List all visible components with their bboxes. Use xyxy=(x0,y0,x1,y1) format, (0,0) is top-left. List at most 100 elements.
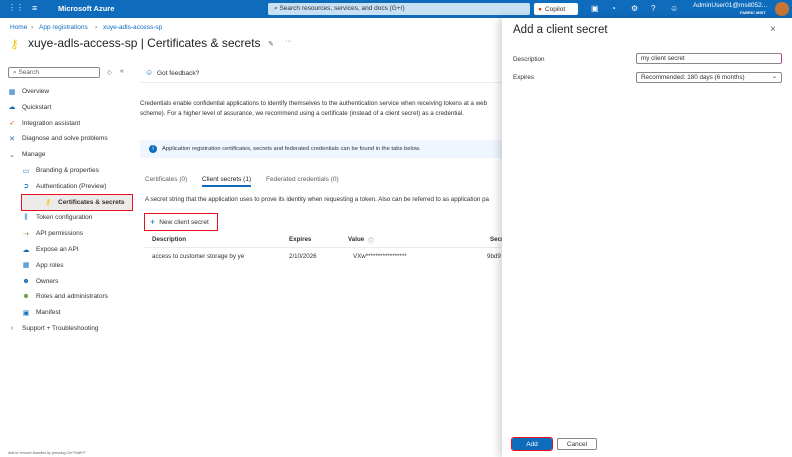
global-search-input[interactable]: ⌕ Search resources, services, and docs (… xyxy=(268,3,530,15)
sidebar-item-support-troubleshooting[interactable]: › Support + Troubleshooting xyxy=(8,321,132,336)
avatar[interactable] xyxy=(775,2,789,16)
overview-icon: ▦ xyxy=(8,88,16,96)
roles-icon: ☻ xyxy=(22,293,30,301)
sidebar-item-label: Diagnose and solve problems xyxy=(22,135,108,143)
sidebar-item-integration-assistant[interactable]: ➶ Integration assistant xyxy=(8,116,132,131)
info-icon[interactable]: ⓘ xyxy=(368,236,374,245)
sidebar-item-manifest[interactable]: ▣ Manifest xyxy=(22,305,132,320)
sidebar-item-label: Support + Troubleshooting xyxy=(22,325,99,332)
sidebar-item-label: Manage xyxy=(22,151,46,159)
add-label: Add xyxy=(526,440,538,448)
sidebar-item-label: Authentication (Preview) xyxy=(36,182,107,190)
description-input[interactable]: my client secret xyxy=(636,53,782,64)
bell-icon[interactable]: ◔ xyxy=(611,4,616,13)
chevron-down-icon: ⌄ xyxy=(771,73,777,80)
sidebar-item-label: Quickstart xyxy=(22,103,52,111)
breadcrumb-app[interactable]: xuye-adls-access-sp xyxy=(103,24,162,31)
sort-icon[interactable]: ◇ xyxy=(107,69,112,76)
banner-text: Application registration certificates, s… xyxy=(162,146,421,152)
gear-icon[interactable]: ⚙ xyxy=(631,4,638,13)
collapse-icon[interactable]: « xyxy=(120,68,124,75)
sidebar-item-authentication-preview[interactable]: ➲ Authentication (Preview) xyxy=(22,179,132,194)
breadcrumb-app-registrations[interactable]: App registrations xyxy=(39,24,88,31)
api-icon: ⇢ xyxy=(23,230,29,238)
chevron-down-icon: ⌄ xyxy=(9,151,15,159)
token-icon: ⫼ xyxy=(24,213,28,221)
sidebar-item-diagnose-and-solve-problems[interactable]: ✕ Diagnose and solve problems xyxy=(8,131,132,146)
manifest-icon: ▣ xyxy=(22,309,30,317)
sidebar-item-label: App roles xyxy=(36,261,64,269)
wrench-icon: ✕ xyxy=(9,135,15,143)
tenant-name: FABRIC MSIT xyxy=(740,10,766,15)
sidebar-item-manage[interactable]: ⌄ Manage xyxy=(8,147,132,162)
intro-text-2: scheme). For a higher level of assurance… xyxy=(140,110,464,117)
sidebar-item-overview[interactable]: ▦ Overview xyxy=(8,84,132,99)
description-value: my client secret xyxy=(641,55,685,62)
cell-value: VXw***************** xyxy=(353,253,407,260)
owners-icon: ☻ xyxy=(22,277,30,285)
pin-icon[interactable]: ✎ xyxy=(268,40,274,48)
app-roles-icon: ▦ xyxy=(22,262,30,270)
sidebar-item-label: Branding & properties xyxy=(36,167,99,174)
cloud-shell-icon[interactable]: ▣ xyxy=(591,4,599,13)
cell-expires: 2/10/2026 xyxy=(289,253,317,260)
sidebar-item-quickstart[interactable]: ☁ Quickstart xyxy=(8,100,132,115)
sidebar-item-branding-properties[interactable]: ▭ Branding & properties xyxy=(22,163,132,178)
panel-title: Add a client secret xyxy=(513,24,608,36)
column-value: Value xyxy=(348,236,365,243)
sidebar-item-certificates-secrets[interactable]: ⚷ Certificates & secrets xyxy=(21,193,133,211)
quickstart-icon: ☁ xyxy=(8,104,16,112)
copilot-label: Copilot xyxy=(544,5,566,13)
sidebar-item-label: Manifest xyxy=(36,309,61,317)
sidebar-item-app-roles[interactable]: ▦ App roles xyxy=(22,258,132,273)
column-expires: Expires xyxy=(289,236,312,243)
sidebar-item-roles-and-administrators[interactable]: ☻ Roles and administrators xyxy=(22,289,132,304)
search-placeholder: Search xyxy=(18,69,40,76)
cancel-button[interactable]: Cancel xyxy=(557,438,597,450)
sidebar-item-owners[interactable]: ☻ Owners xyxy=(22,274,132,289)
add-button[interactable]: Add xyxy=(511,437,553,451)
sidebar-search-input[interactable]: ⌕ Search xyxy=(8,67,100,78)
tab-federated-credentials[interactable]: Federated credentials (0) xyxy=(266,176,339,183)
feedback-icon[interactable]: ☺ xyxy=(670,4,678,13)
sidebar-item-api-permissions[interactable]: ⇢ API permissions xyxy=(22,226,132,241)
rocket-icon: ➶ xyxy=(9,120,15,128)
sidebar-item-token-configuration[interactable]: ⫼ Token configuration xyxy=(22,210,132,225)
app-launcher-icon[interactable]: ⋮⋮ xyxy=(8,3,24,12)
branding-icon: ▭ xyxy=(22,167,30,175)
help-icon[interactable]: ? xyxy=(651,4,655,13)
key-icon: ⚷ xyxy=(10,37,19,51)
sidebar-item-expose-an-api[interactable]: ☁ Expose an API xyxy=(22,242,132,257)
key-icon: ⚷ xyxy=(45,199,51,207)
copilot-button[interactable]: ● Copilot xyxy=(534,3,578,15)
add-client-secret-panel: Add a client secret × Description my cli… xyxy=(502,18,792,457)
close-icon[interactable]: × xyxy=(770,24,776,35)
feedback-icon[interactable]: ☺ xyxy=(145,68,153,77)
authentication-icon: ➲ xyxy=(23,183,29,191)
more-icon[interactable]: ··· xyxy=(285,38,292,45)
feedback-link[interactable]: Got feedback? xyxy=(157,70,199,77)
new-client-secret-button[interactable]: + New client secret xyxy=(144,213,218,231)
brand[interactable]: Microsoft Azure xyxy=(58,4,114,13)
sidebar-item-label: Owners xyxy=(36,277,59,285)
tab-client-secrets[interactable]: Client secrets (1) xyxy=(202,176,252,187)
divider xyxy=(140,82,502,83)
cloud-icon: ☁ xyxy=(22,246,30,254)
sidebar-item-label: Roles and administrators xyxy=(36,293,108,301)
expires-label: Expires xyxy=(513,74,534,81)
sidebar-item-label: Token configuration xyxy=(36,214,93,222)
breadcrumb-home[interactable]: Home xyxy=(10,24,27,31)
expires-select[interactable]: Recommended: 180 days (6 months) ⌄ xyxy=(636,72,782,83)
search-placeholder: Search resources, services, and docs (G+… xyxy=(279,5,405,12)
intro-text: Credentials enable confidential applicat… xyxy=(140,100,488,107)
user-name[interactable]: AdminUser01@msit052... xyxy=(693,2,767,9)
info-icon: i xyxy=(149,145,157,153)
tab-certificates[interactable]: Certificates (0) xyxy=(145,176,187,183)
chevron-right-icon: › xyxy=(10,325,14,332)
sidebar-item-label: API permissions xyxy=(36,230,83,238)
menu-icon[interactable]: ≡ xyxy=(32,3,37,13)
sidebar-item-label: Overview xyxy=(22,88,50,95)
page-title: xuye-adls-access-sp | Certificates & sec… xyxy=(28,36,261,50)
tab-description: A secret string that the application use… xyxy=(145,196,489,203)
copilot-icon: ● xyxy=(538,5,542,13)
